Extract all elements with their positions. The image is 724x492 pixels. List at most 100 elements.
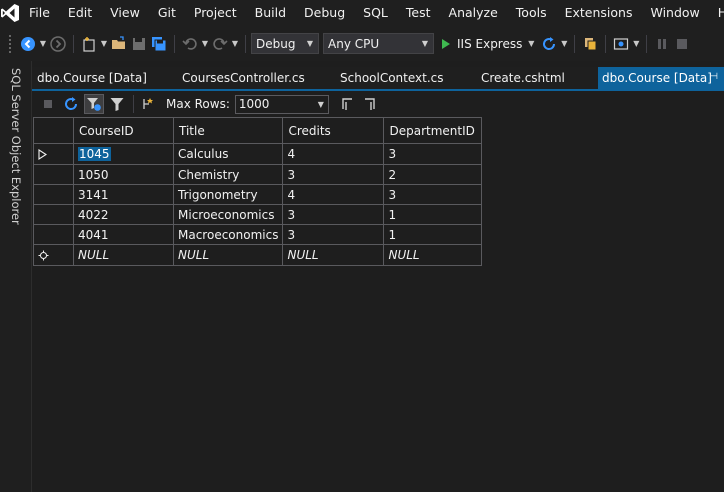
table-row[interactable]: 4041 Macroeconomics 3 1 (33, 224, 483, 245)
grid-cell-null[interactable]: NULL (282, 244, 385, 266)
grid-cell[interactable]: 1045 (73, 143, 174, 165)
menu-view[interactable]: View (101, 0, 149, 26)
table-row[interactable]: 1045 Calculus 4 3 (33, 143, 483, 165)
new-project-icon[interactable] (79, 33, 99, 55)
save-all-icon[interactable] (149, 33, 169, 55)
menu-debug[interactable]: Debug (295, 0, 354, 26)
undo-dropdown-icon[interactable]: ▼ (200, 33, 210, 55)
menu-extensions[interactable]: Extensions (556, 0, 642, 26)
row-header[interactable] (33, 224, 74, 245)
max-rows-select[interactable]: 1000 ▼ (234, 94, 329, 114)
redo-icon[interactable] (210, 33, 230, 55)
refresh-icon[interactable] (61, 94, 81, 114)
menu-project[interactable]: Project (185, 0, 246, 26)
grid-cell[interactable]: 4 (282, 143, 385, 165)
run-iis-express-button[interactable]: IIS Express (438, 33, 526, 55)
tab-dbo-course-data[interactable]: dbo.Course [Data] (37, 67, 147, 89)
menu-analyze[interactable]: Analyze (440, 0, 507, 26)
row-header[interactable] (33, 204, 74, 225)
navigate-back-icon[interactable] (18, 33, 38, 55)
current-row-icon (34, 144, 73, 164)
menu-help[interactable]: Help (709, 0, 724, 26)
refresh-browser-icon[interactable] (539, 33, 559, 55)
grid-cell[interactable]: 4041 (73, 224, 174, 245)
results-grid: CourseID Title Credits DepartmentID 1045… (33, 117, 483, 266)
menu-edit[interactable]: Edit (59, 0, 101, 26)
row-header[interactable] (33, 184, 74, 205)
grid-cell[interactable]: Chemistry (172, 164, 284, 185)
menu-git[interactable]: Git (149, 0, 185, 26)
run-dropdown-icon[interactable]: ▼ (526, 33, 536, 55)
new-project-dropdown-icon[interactable]: ▼ (99, 33, 109, 55)
grid-cell[interactable]: 1 (383, 224, 483, 245)
platform-select[interactable]: Any CPU ▼ (323, 33, 434, 54)
sql-server-object-explorer-tab[interactable]: SQL Server Object Explorer (6, 68, 28, 225)
table-row[interactable]: 4022 Microeconomics 3 1 (33, 204, 483, 225)
navigate-back-dropdown-icon[interactable]: ▼ (38, 33, 48, 55)
toolbar-grip[interactable] (8, 33, 12, 54)
grid-cell[interactable]: Calculus (172, 143, 284, 165)
toolbar-separator (574, 34, 576, 53)
menu-tools[interactable]: Tools (507, 0, 556, 26)
browser-link-icon[interactable] (580, 33, 600, 55)
side-tab-label: SQL Server Object Explorer (9, 68, 23, 225)
table-row[interactable]: 1050 Chemistry 3 2 (33, 164, 483, 185)
menu-window[interactable]: Window (641, 0, 708, 26)
grid-cell[interactable]: 4 (282, 184, 385, 205)
screenshot-icon[interactable] (611, 33, 631, 55)
stop-query-icon[interactable] (38, 94, 58, 114)
grid-cell[interactable]: 1050 (73, 164, 174, 185)
grid-cell-null[interactable]: NULL (172, 244, 284, 266)
grid-cell[interactable]: 3141 (73, 184, 174, 205)
last-page-icon[interactable] (360, 94, 380, 114)
save-icon[interactable] (129, 33, 149, 55)
grid-cell-null[interactable]: NULL (383, 244, 483, 266)
column-header-courseid[interactable]: CourseID (73, 117, 174, 144)
menu-build[interactable]: Build (246, 0, 295, 26)
open-folder-icon[interactable] (109, 33, 129, 55)
grid-cell[interactable]: Microeconomics (172, 204, 284, 225)
grid-cell[interactable]: Macroeconomics (172, 224, 284, 245)
select-all-corner[interactable] (33, 117, 74, 144)
grid-cell[interactable]: 3 (282, 164, 385, 185)
grid-cell[interactable]: 4022 (73, 204, 174, 225)
row-header[interactable] (33, 244, 74, 266)
menu-file[interactable]: File (20, 0, 59, 26)
column-header-departmentid[interactable]: DepartmentID (383, 117, 483, 144)
undo-icon[interactable] (180, 33, 200, 55)
redo-dropdown-icon[interactable]: ▼ (230, 33, 240, 55)
grid-cell[interactable]: 3 (282, 204, 385, 225)
grid-cell[interactable]: 3 (383, 184, 483, 205)
configuration-select[interactable]: Debug ▼ (251, 33, 319, 54)
sort-and-filter-icon[interactable] (84, 94, 104, 114)
tab-dbo-course-data-active[interactable]: dbo.Course [Data] ⊣ (598, 67, 724, 89)
tab-school-context[interactable]: SchoolContext.cs (340, 67, 444, 89)
column-header-title[interactable]: Title (172, 117, 284, 144)
row-header[interactable] (33, 164, 74, 185)
max-rows-value: 1000 (238, 97, 270, 111)
grid-cell[interactable]: Trigonometry (172, 184, 284, 205)
tab-create-cshtml[interactable]: Create.cshtml (481, 67, 565, 89)
menu-test[interactable]: Test (397, 0, 440, 26)
navigate-forward-icon[interactable] (48, 33, 68, 55)
grid-cell[interactable]: 3 (383, 143, 483, 165)
grid-cell[interactable]: 1 (383, 204, 483, 225)
grid-cell[interactable]: 3 (282, 224, 385, 245)
generate-script-icon[interactable] (137, 94, 157, 114)
pin-icon[interactable]: ⊣ (708, 70, 720, 84)
first-page-icon[interactable] (337, 94, 357, 114)
pause-icon[interactable] (652, 33, 672, 55)
row-header[interactable] (33, 143, 74, 165)
stop-icon[interactable] (672, 33, 692, 55)
screenshot-dropdown-icon[interactable]: ▼ (631, 33, 641, 55)
grid-cell[interactable]: 2 (383, 164, 483, 185)
filter-icon[interactable] (107, 94, 127, 114)
table-row[interactable]: 3141 Trigonometry 4 3 (33, 184, 483, 205)
new-row[interactable]: NULL NULL NULL NULL (33, 244, 483, 266)
grid-cell-null[interactable]: NULL (73, 244, 174, 266)
column-header-credits[interactable]: Credits (282, 117, 385, 144)
tab-courses-controller[interactable]: CoursesController.cs (182, 67, 305, 89)
menu-sql[interactable]: SQL (354, 0, 397, 26)
refresh-dropdown-icon[interactable]: ▼ (559, 33, 569, 55)
visual-studio-logo-icon[interactable] (0, 0, 20, 26)
